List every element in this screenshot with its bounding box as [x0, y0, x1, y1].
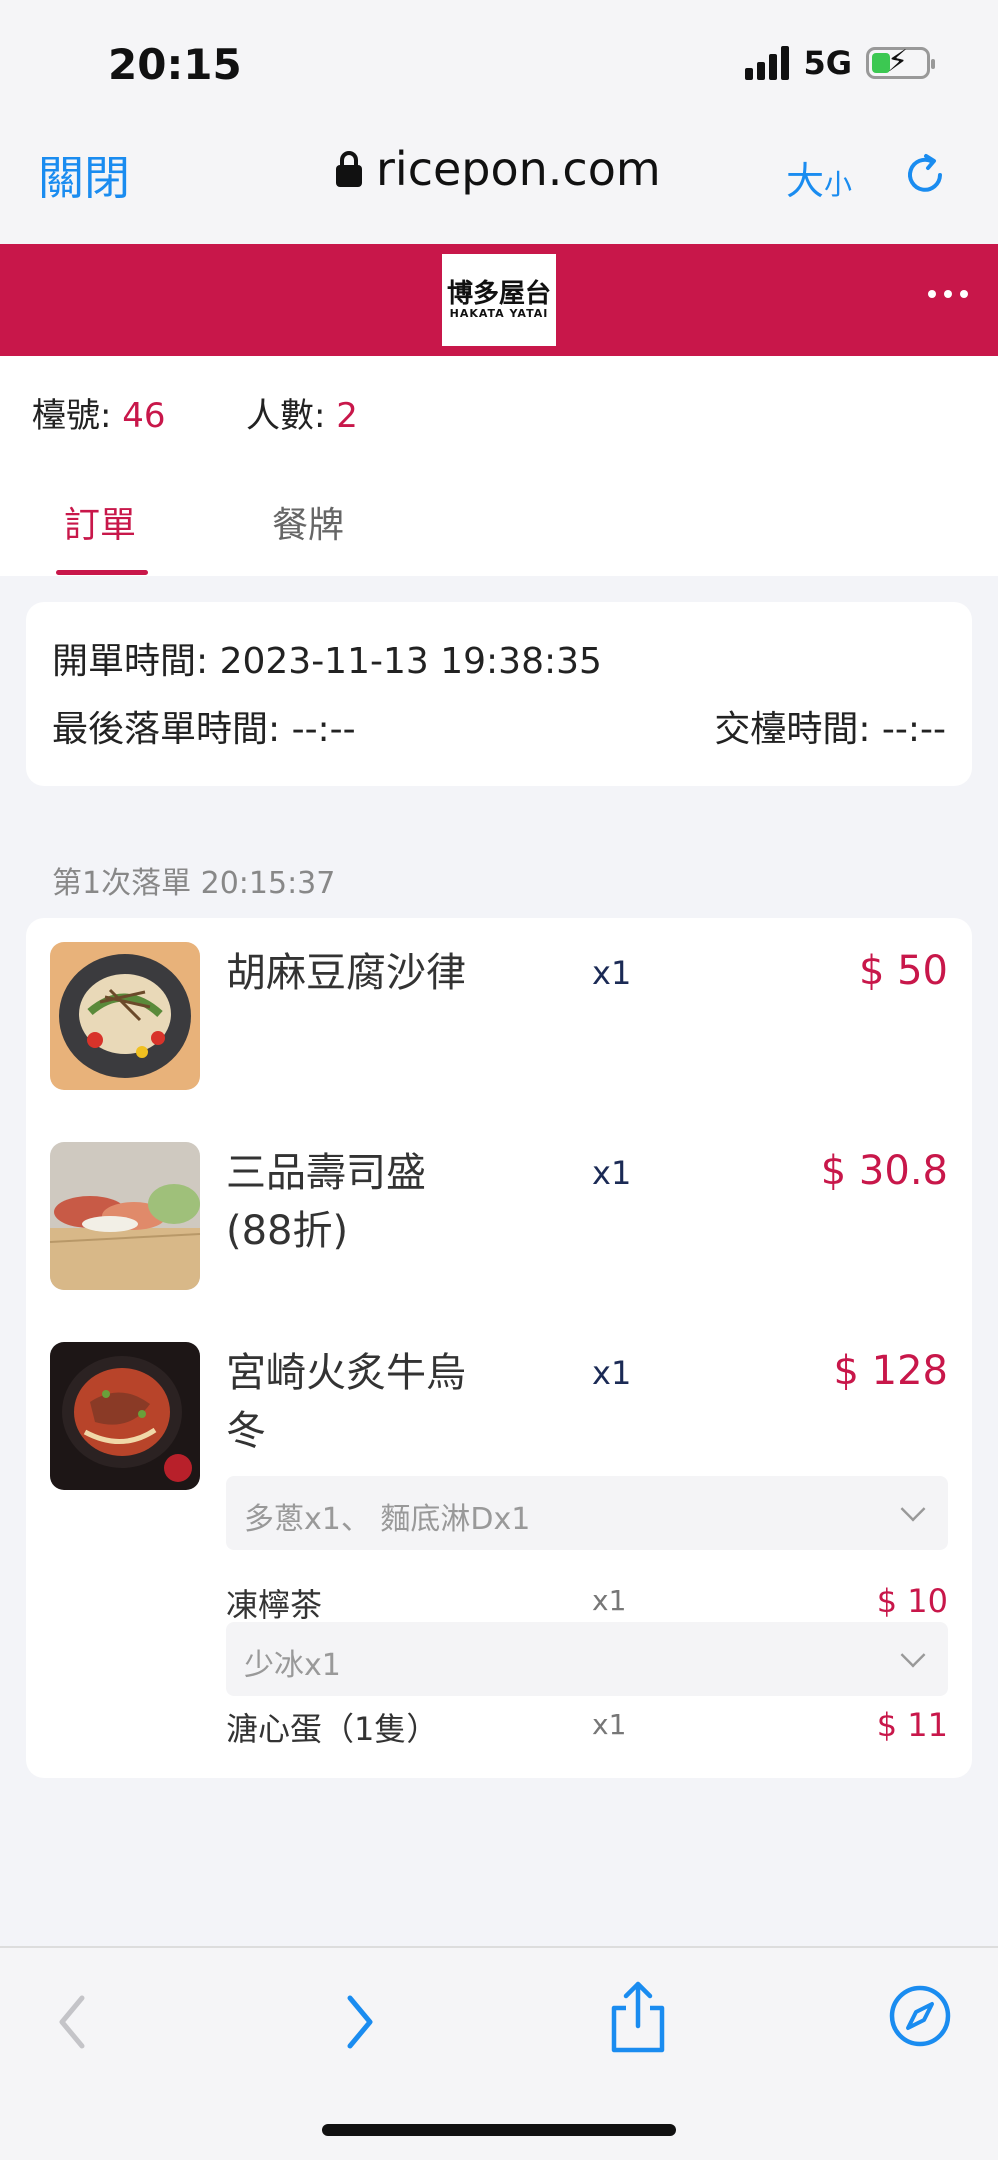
text-size-button[interactable]: 大小 [786, 150, 852, 205]
beef-udon-image [50, 1342, 200, 1490]
back-icon[interactable] [52, 1990, 92, 2054]
tab-order[interactable]: 訂單 [64, 496, 136, 548]
home-indicator [322, 2124, 676, 2136]
chevron-down-icon [900, 1642, 926, 1668]
table-value: 46 [122, 396, 166, 436]
battery-icon: ⚡ [866, 44, 935, 79]
sesame-tofu-salad-image [50, 942, 200, 1090]
restaurant-logo: 博多屋台 HAKATA YATAI [442, 254, 556, 346]
status-indicators: 5G ⚡ [745, 44, 935, 82]
url-text: ricepon.com [376, 142, 661, 196]
sushi-platter-image [50, 1142, 200, 1290]
logo-subtitle: HAKATA YATAI [449, 306, 549, 320]
batch-label: 第1次落單 20:15:37 [52, 866, 336, 901]
reload-icon[interactable] [902, 152, 948, 198]
addon-qty: x1 [592, 1584, 627, 1617]
restaurant-header: 博多屋台 HAKATA YATAI [0, 244, 998, 356]
charging-icon: ⚡ [887, 44, 909, 79]
browser-bar: 關閉 ricepon.com 大小 [0, 120, 998, 244]
item-name: 胡麻豆腐沙律 [226, 950, 466, 996]
item-price: $ 128 [833, 1348, 948, 1394]
addon-options-dropdown[interactable]: 少冰x1 [226, 1622, 948, 1696]
chevron-down-icon [900, 1496, 926, 1522]
more-icon[interactable] [928, 290, 968, 298]
item-price: $ 30.8 [820, 1148, 948, 1194]
item-name: 三品壽司盛(88折) [226, 1150, 426, 1254]
signal-icon [745, 46, 790, 80]
addon-qty: x1 [592, 1708, 627, 1741]
item-options-dropdown[interactable]: 多蔥x1、 麵底淋Dx1 [226, 1476, 948, 1550]
table-label: 檯號: [32, 396, 112, 436]
text-size-small: 小 [824, 168, 853, 201]
people-label: 人數: [246, 396, 326, 436]
address-bar[interactable]: ricepon.com [336, 142, 661, 196]
item-qty: x1 [592, 1154, 632, 1192]
text-size-large: 大 [786, 159, 825, 203]
status-bar: 20:15 5G ⚡ [0, 0, 998, 120]
table-number: 檯號: 46 [32, 388, 166, 437]
item-qty: x1 [592, 1354, 632, 1392]
status-time: 20:15 [108, 40, 242, 89]
item-qty: x1 [592, 954, 632, 992]
checkout-time: 交檯時間: --:-- [714, 709, 946, 750]
tab-menu[interactable]: 餐牌 [272, 496, 344, 548]
close-button[interactable]: 關閉 [38, 142, 130, 208]
options-text: 少冰x1 [244, 1648, 341, 1683]
addon-name: 溏心蛋（1隻） [226, 1710, 439, 1748]
logo-title: 博多屋台 [446, 278, 551, 309]
info-panel: 檯號: 46 人數: 2 訂單 餐牌 [0, 356, 998, 576]
open-time: 開單時間: 2023-11-13 19:38:35 [52, 641, 602, 682]
options-text: 多蔥x1、 麵底淋Dx1 [244, 1502, 531, 1537]
compass-icon[interactable] [888, 1984, 952, 2048]
people-count: 人數: 2 [246, 388, 358, 437]
lock-icon [336, 151, 362, 187]
addon-name: 凍檸茶 [226, 1586, 323, 1624]
people-value: 2 [336, 396, 358, 436]
item-price: $ 50 [858, 948, 948, 994]
forward-icon[interactable] [340, 1990, 380, 2054]
order-info-card: 開單時間: 2023-11-13 19:38:35 最後落單時間: --:-- … [26, 602, 972, 786]
network-label: 5G [803, 44, 852, 82]
active-tab-indicator [56, 570, 148, 575]
share-icon[interactable] [608, 1980, 668, 2056]
last-order-time: 最後落單時間: --:-- [52, 709, 356, 750]
order-items-card: 胡麻豆腐沙律 x1 $ 50 三品壽司盛(88折) x1 $ 30.8 宮崎火炙… [26, 918, 972, 1778]
addon-price: $ 11 [876, 1706, 948, 1744]
addon-price: $ 10 [876, 1582, 948, 1620]
item-name: 宮崎火炙牛烏冬 [226, 1350, 466, 1454]
